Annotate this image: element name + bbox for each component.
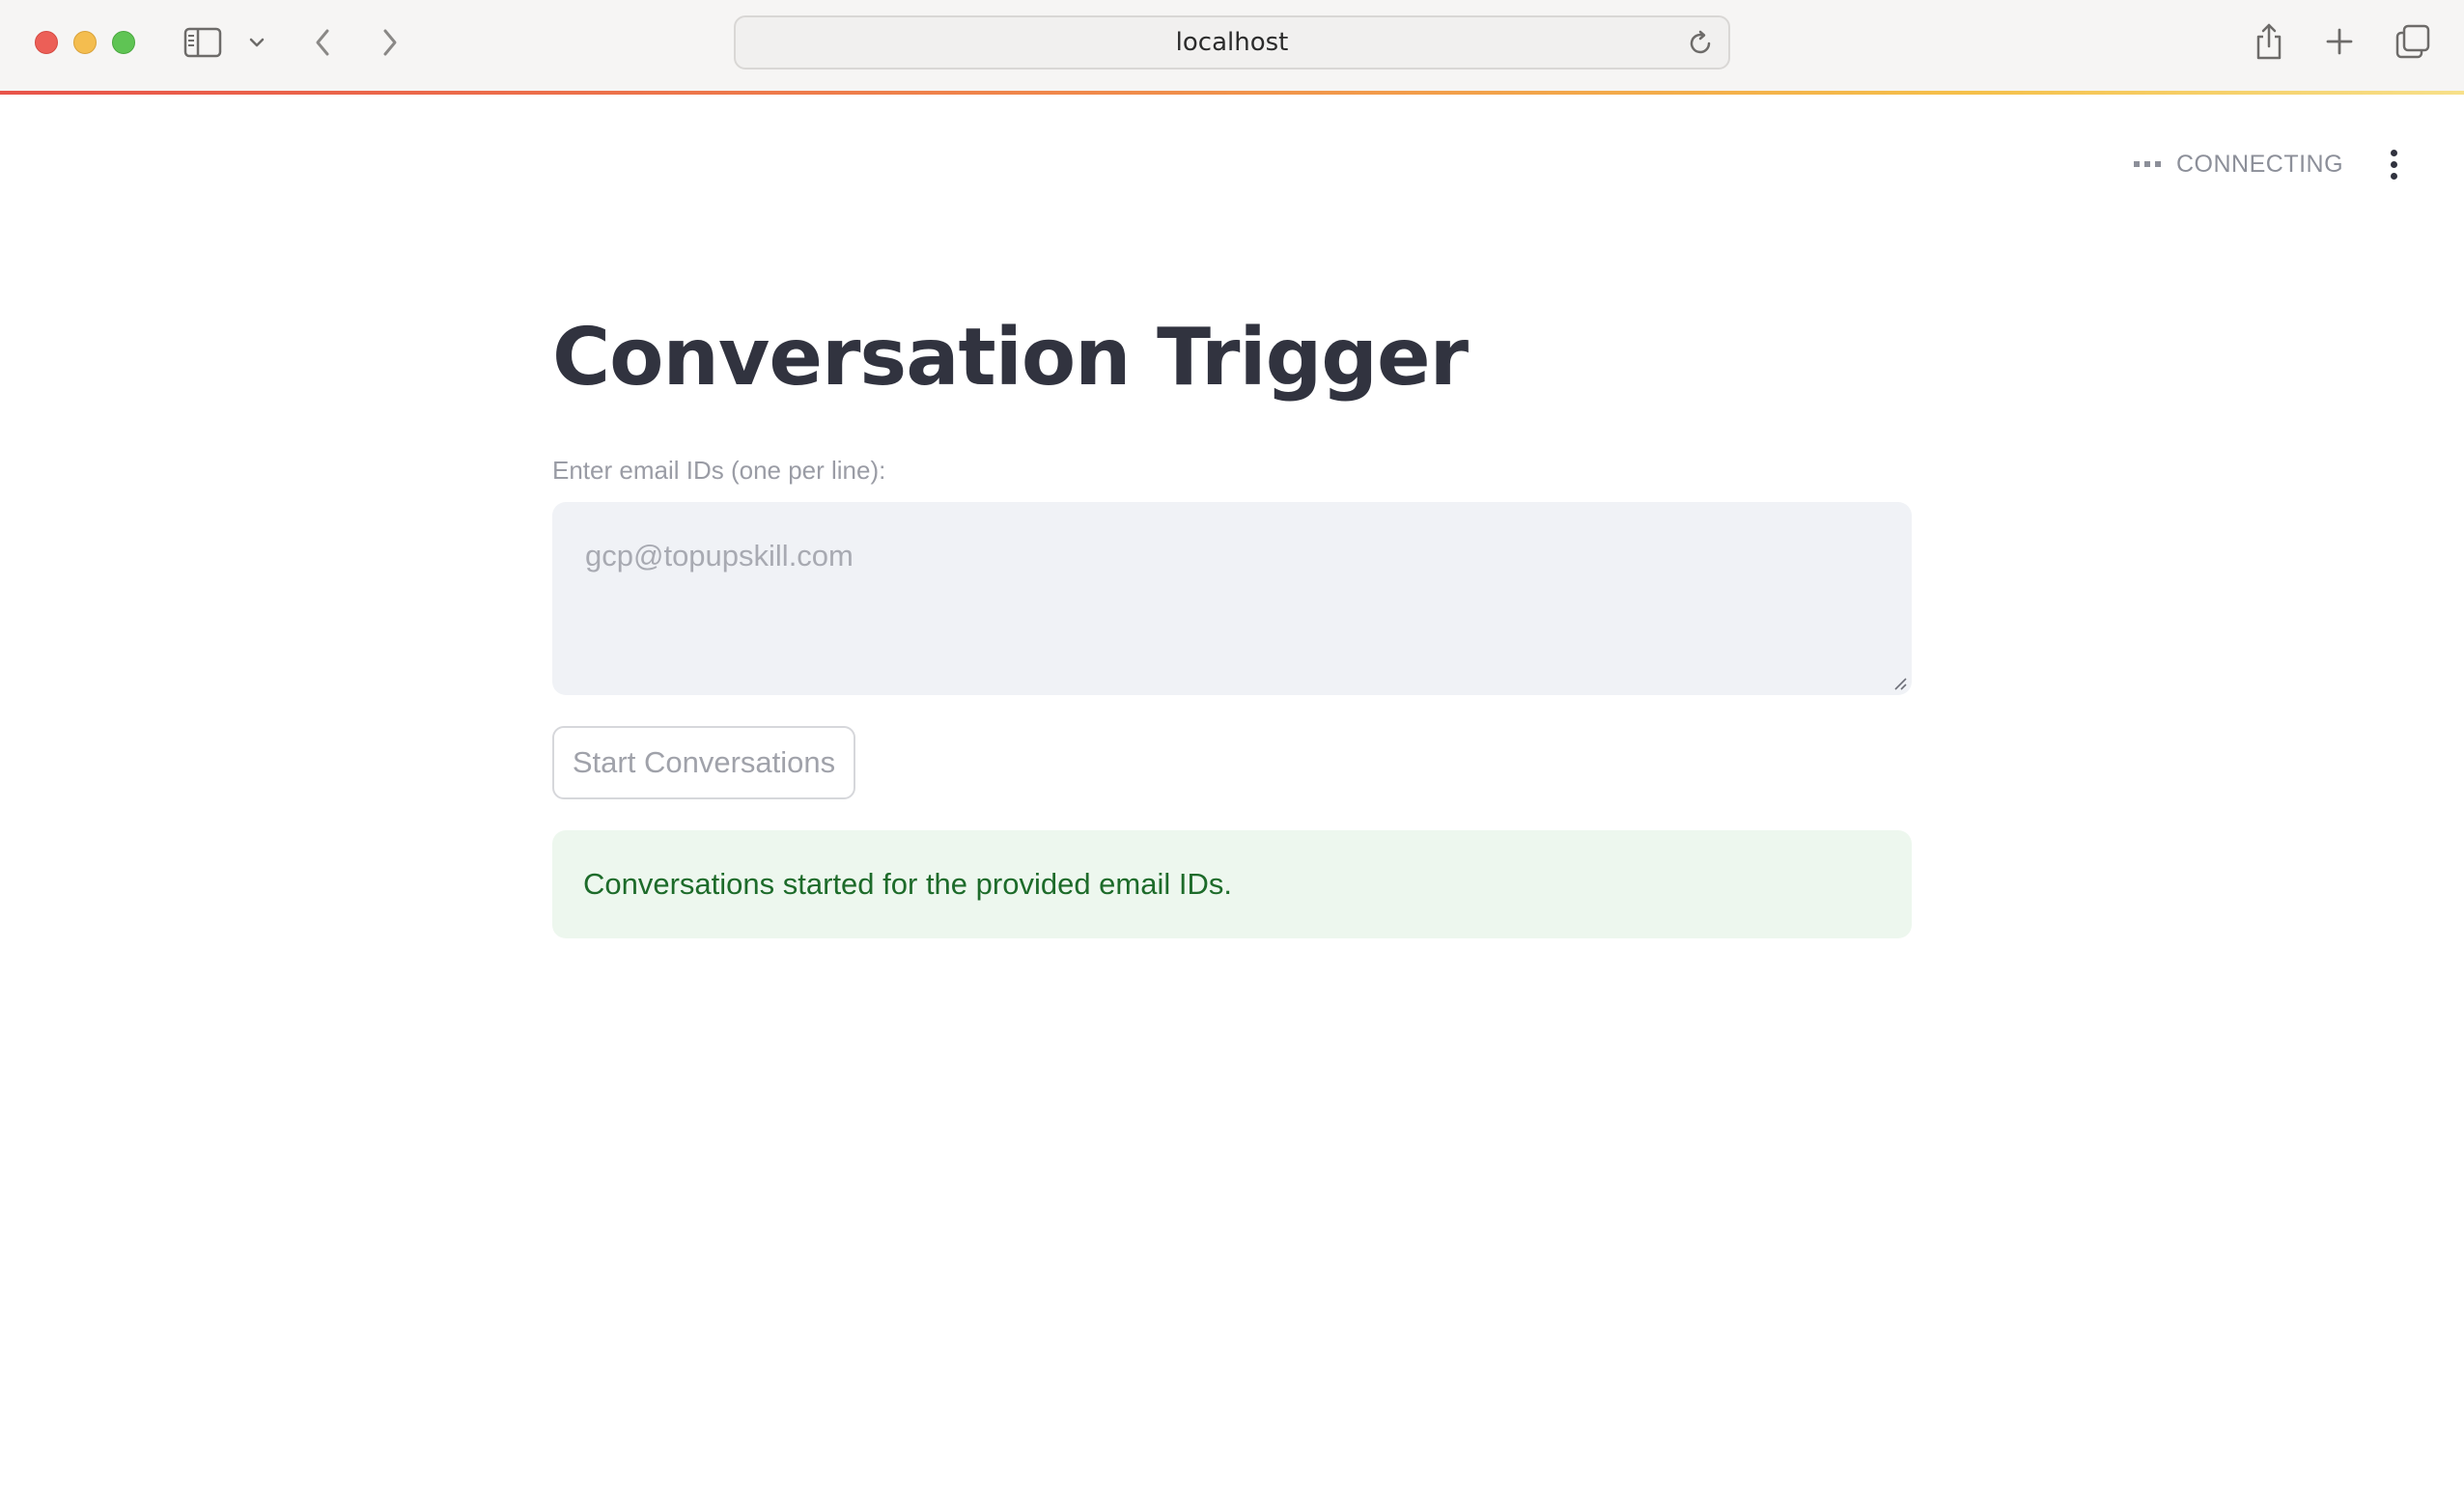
success-message: Conversations started for the provided e… [583,867,1232,901]
success-alert: Conversations started for the provided e… [552,830,1912,938]
status-text: CONNECTING [2176,150,2344,178]
chevron-left-icon[interactable] [307,23,338,62]
start-conversations-button[interactable]: Start Conversations [552,726,855,799]
main-menu-icon[interactable] [2379,145,2408,183]
plus-icon[interactable] [2321,23,2358,60]
ellipsis-icon [2134,161,2161,167]
sidebar-icon[interactable] [182,25,224,60]
email-field-label: Enter email IDs (one per line): [552,456,886,485]
url-text: localhost [1175,28,1289,57]
reload-icon[interactable] [1686,29,1715,58]
app-loading-bar [0,91,2464,95]
close-window-button[interactable] [35,31,58,54]
browser-toolbar: localhost [0,0,2464,93]
resize-handle-icon[interactable] [1892,676,1908,691]
address-bar[interactable]: localhost [734,15,1730,70]
chevron-right-icon[interactable] [375,23,406,62]
share-icon[interactable] [2250,19,2288,64]
tabs-overview-icon[interactable] [2393,21,2433,62]
email-ids-input[interactable] [552,502,1912,695]
zoom-window-button[interactable] [112,31,135,54]
connection-status: CONNECTING [2134,145,2343,183]
chevron-down-icon[interactable] [245,31,268,54]
page-title: Conversation Trigger [552,312,1469,404]
minimize-window-button[interactable] [73,31,97,54]
